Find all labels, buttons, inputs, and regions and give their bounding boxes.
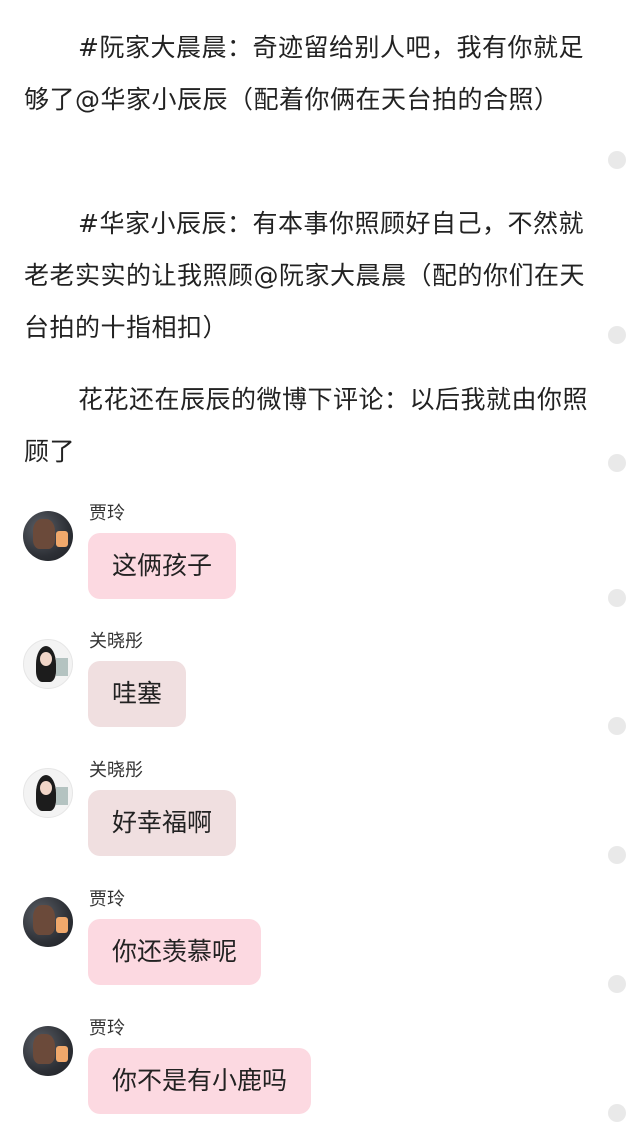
story-paragraph: #华家小辰辰：有本事你照顾好自己，不然就老老实实的让我照顾@阮家大晨晨（配的你们… [24,209,586,342]
scroll-indicator-dot [608,589,626,607]
scroll-indicator-dot [608,975,626,993]
comment-bubble: 你还羡慕呢 [88,919,262,985]
commenter-name: 关晓彤 [89,760,143,781]
commenter-name: 贾玲 [89,889,125,910]
avatar[interactable] [23,897,73,947]
scroll-indicator-dot [608,151,626,169]
comment-bubble: 这俩孩子 [88,533,237,599]
commenter-name: 关晓彤 [89,631,143,652]
comment-bubble: 哇塞 [88,661,187,727]
avatar[interactable] [23,639,73,689]
avatar[interactable] [23,768,73,818]
scroll-indicator-dot [608,1104,626,1122]
scroll-indicator-dot [608,326,626,344]
scroll-indicator-dot [608,717,626,735]
avatar[interactable] [23,511,73,561]
commenter-name: 贾玲 [89,1018,125,1039]
scroll-indicator-dot [608,846,626,864]
comment-bubble: 好幸福啊 [88,790,237,856]
commenter-name: 贾玲 [89,503,125,524]
avatar[interactable] [23,1026,73,1076]
story-paragraph: 花花还在辰辰的微博下评论：以后我就由你照顾了 [24,385,589,466]
comment-bubble: 你不是有小鹿吗 [88,1048,312,1114]
story-paragraph: #阮家大晨晨：奇迹留给别人吧，我有你就足够了@华家小辰辰（配着你俩在天台拍的合照… [24,33,584,114]
scroll-indicator-dot [608,454,626,472]
